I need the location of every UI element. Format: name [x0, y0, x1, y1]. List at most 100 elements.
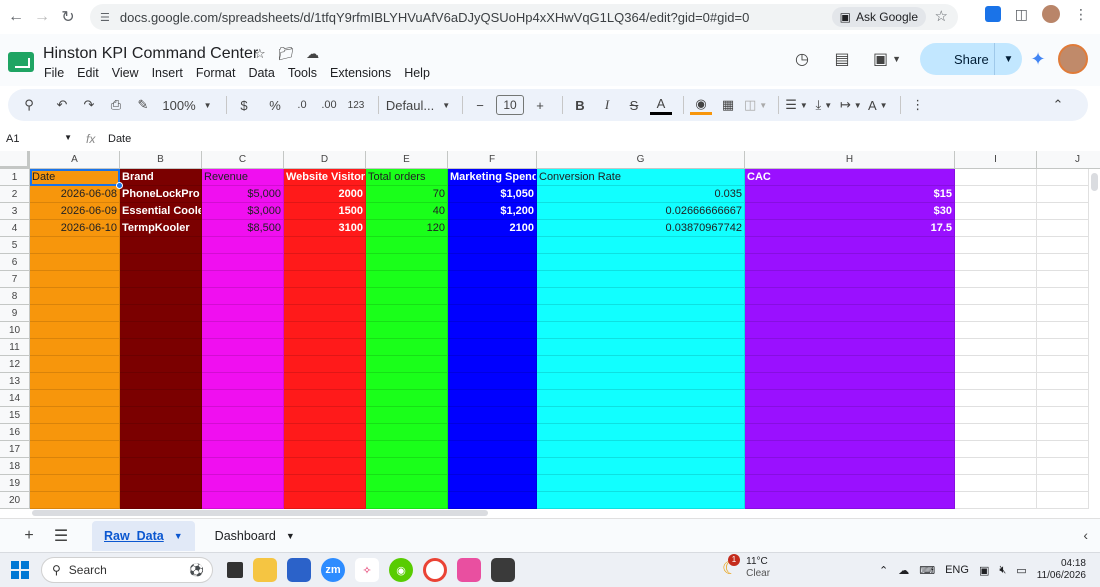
gemini-icon[interactable]: ✦	[1022, 49, 1054, 70]
cell[interactable]	[202, 373, 284, 390]
header-cell[interactable]: Revenue	[202, 169, 284, 186]
vertical-scroll-thumb[interactable]	[1091, 173, 1098, 191]
row-header[interactable]: 6	[0, 254, 30, 271]
cell[interactable]	[448, 390, 537, 407]
sheets-logo-icon[interactable]	[8, 52, 34, 72]
cell[interactable]	[955, 322, 1037, 339]
cell[interactable]	[366, 254, 448, 271]
cell[interactable]	[745, 407, 955, 424]
cell[interactable]	[448, 237, 537, 254]
menu-edit[interactable]: Edit	[77, 66, 99, 80]
cell[interactable]	[955, 339, 1037, 356]
vertical-scrollbar[interactable]	[1088, 169, 1100, 509]
cell[interactable]	[202, 339, 284, 356]
cell[interactable]	[537, 458, 745, 475]
chevron-down-icon[interactable]: ▼	[286, 531, 295, 541]
font-size-increase-button[interactable]: +	[529, 93, 551, 117]
text-color-button[interactable]: A	[650, 95, 672, 115]
ask-google-button[interactable]: ▣ Ask Google	[831, 7, 926, 27]
cell[interactable]	[366, 492, 448, 509]
cell[interactable]	[955, 220, 1037, 237]
cell[interactable]	[955, 237, 1037, 254]
cell[interactable]	[955, 203, 1037, 220]
row-header[interactable]: 3	[0, 203, 30, 220]
row-header[interactable]: 2	[0, 186, 30, 203]
cell[interactable]	[366, 373, 448, 390]
cell[interactable]	[120, 339, 202, 356]
address-bar[interactable]: ☰ docs.google.com/spreadsheets/d/1tfqY9r…	[90, 4, 958, 30]
meet-camera-icon[interactable]: ▣ ▼	[864, 43, 910, 75]
cell[interactable]	[448, 424, 537, 441]
more-options-icon[interactable]: ⋮	[907, 93, 929, 117]
font-size-field[interactable]: 10	[496, 93, 524, 117]
cell[interactable]	[955, 441, 1037, 458]
row-header[interactable]: 9	[0, 305, 30, 322]
cell[interactable]	[537, 288, 745, 305]
cell[interactable]	[284, 305, 366, 322]
cell[interactable]	[366, 271, 448, 288]
cell[interactable]	[366, 390, 448, 407]
cell[interactable]	[448, 458, 537, 475]
horizontal-align-icon[interactable]: ☰ ▼	[785, 93, 808, 117]
cell[interactable]	[202, 322, 284, 339]
cell[interactable]	[537, 254, 745, 271]
browser-menu-icon[interactable]: ⋮	[1074, 6, 1088, 23]
cell[interactable]	[202, 475, 284, 492]
cell[interactable]	[30, 237, 120, 254]
cell[interactable]	[366, 237, 448, 254]
bookmark-star-icon[interactable]: ☆	[935, 7, 948, 25]
cell[interactable]	[955, 390, 1037, 407]
add-sheet-icon[interactable]: +	[14, 521, 44, 551]
cell[interactable]: $30	[745, 203, 955, 220]
back-icon[interactable]: ←	[6, 7, 26, 27]
cell[interactable]	[284, 492, 366, 509]
cell[interactable]	[284, 271, 366, 288]
row-header[interactable]: 5	[0, 237, 30, 254]
cell[interactable]	[537, 271, 745, 288]
cell[interactable]	[202, 390, 284, 407]
comments-icon[interactable]: ▤	[824, 43, 860, 75]
pinned-app-icon[interactable]	[457, 558, 481, 582]
menu-tools[interactable]: Tools	[288, 66, 317, 80]
share-button[interactable]: Share ▼	[920, 43, 1022, 75]
vertical-align-icon[interactable]: ⤓ ▼	[813, 93, 835, 117]
row-header[interactable]: 12	[0, 356, 30, 373]
cell[interactable]	[745, 458, 955, 475]
cell[interactable]	[745, 356, 955, 373]
site-info-icon[interactable]: ☰	[100, 11, 110, 24]
spreadsheet-grid[interactable]: ABCDEFGHIJ 1 2 3 4 5 6 7 8 9 10 11 12 13 14 15 16 17 18 19…	[0, 151, 1100, 518]
selected-cell[interactable]: Date	[30, 169, 120, 186]
cell[interactable]	[30, 322, 120, 339]
font-select[interactable]: Defaul... ▼	[385, 93, 451, 117]
header-cell[interactable]: Marketing Spend	[448, 169, 537, 186]
cell[interactable]	[537, 305, 745, 322]
cell[interactable]	[120, 305, 202, 322]
italic-button[interactable]: I	[596, 93, 618, 117]
cell[interactable]	[745, 492, 955, 509]
cell[interactable]	[955, 254, 1037, 271]
cell[interactable]: 2000	[284, 186, 366, 203]
cell[interactable]	[202, 458, 284, 475]
cell[interactable]	[120, 373, 202, 390]
all-sheets-icon[interactable]: ☰	[46, 521, 76, 551]
cell[interactable]	[366, 407, 448, 424]
tab-raw-data[interactable]: Raw_Data ▼	[92, 520, 195, 551]
row-header[interactable]: 17	[0, 441, 30, 458]
chevron-up-icon[interactable]: ⌃	[879, 564, 888, 577]
zoom-icon[interactable]: zm	[321, 558, 345, 582]
cell[interactable]: PhoneLockPro	[120, 186, 202, 203]
reload-icon[interactable]: ↻	[58, 7, 78, 27]
cell[interactable]	[745, 305, 955, 322]
cell[interactable]	[120, 322, 202, 339]
cell[interactable]	[448, 356, 537, 373]
text-wrapping-icon[interactable]: ↦ ▼	[840, 93, 862, 117]
cell[interactable]	[955, 424, 1037, 441]
column-header[interactable]: D	[284, 151, 366, 169]
cell[interactable]: $3,000	[202, 203, 284, 220]
row-header[interactable]: 14	[0, 390, 30, 407]
cell[interactable]: 2026-06-09	[30, 203, 120, 220]
cell[interactable]: 0.035	[537, 186, 745, 203]
cell[interactable]: $1,200	[448, 203, 537, 220]
undo-icon[interactable]: ↶	[51, 93, 73, 117]
row-header[interactable]: 4	[0, 220, 30, 237]
